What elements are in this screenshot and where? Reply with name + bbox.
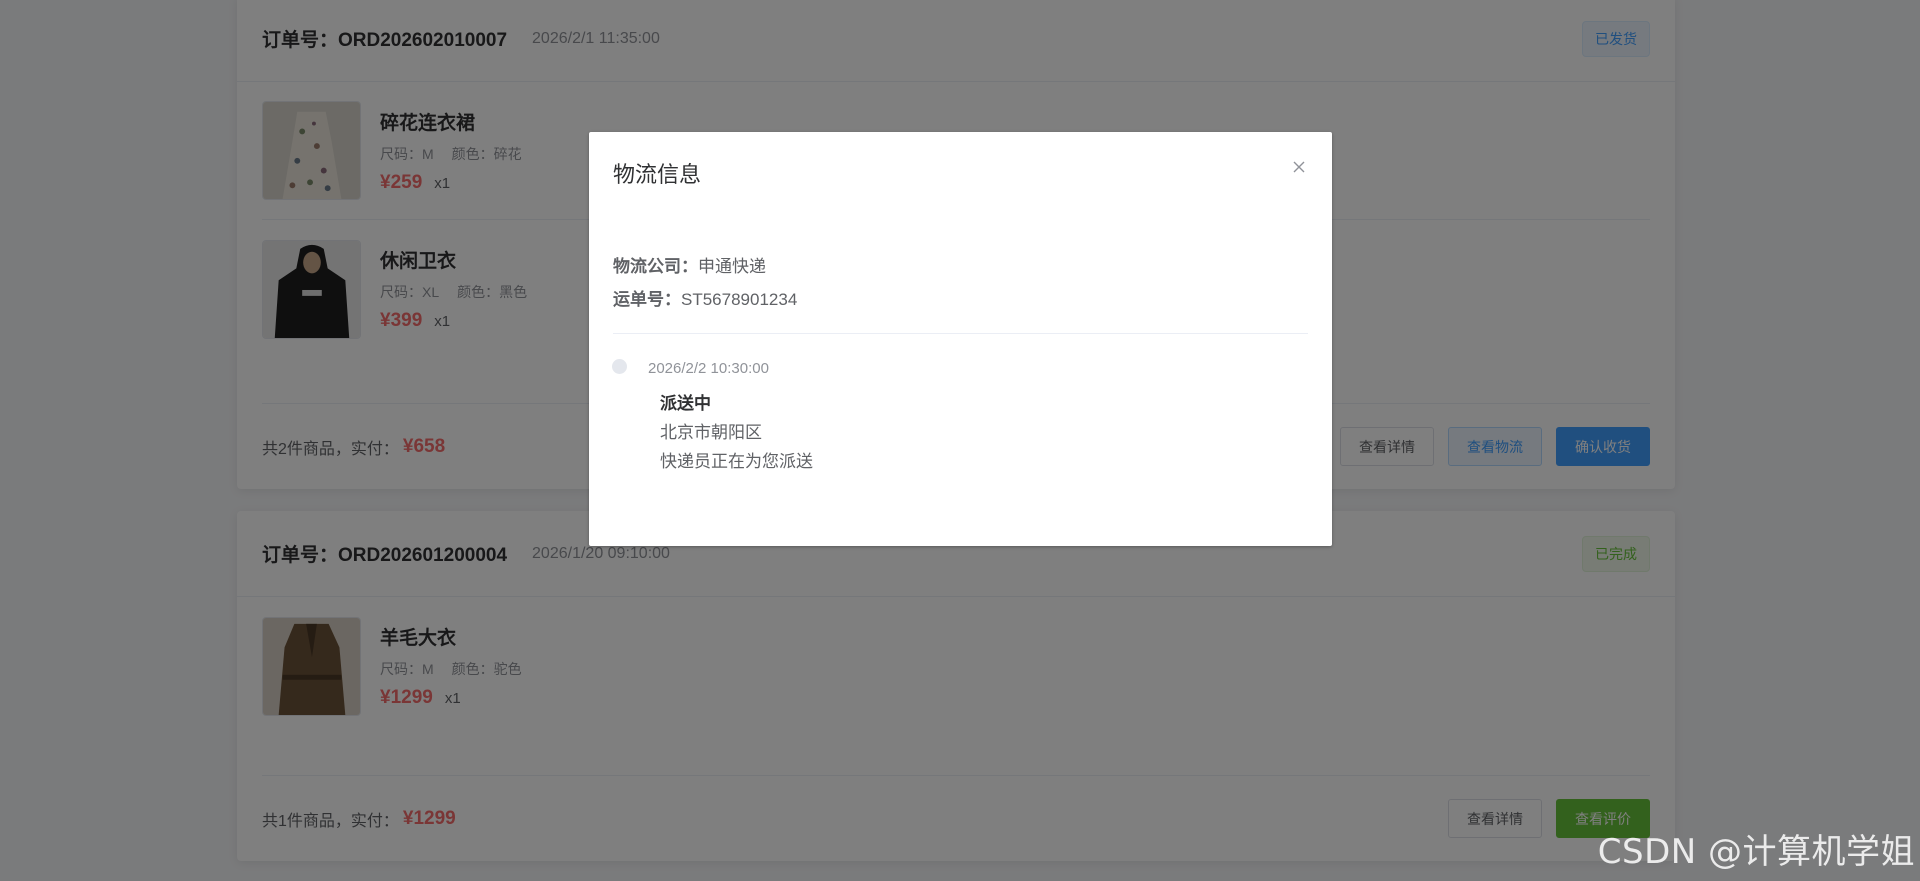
order-list-page: 订单号：ORD202602010007 2026/2/1 11:35:00 已发… bbox=[0, 0, 1920, 881]
logistics-company-row: 物流公司：申通快递 bbox=[613, 252, 766, 277]
dialog-title: 物流信息 bbox=[613, 162, 702, 187]
timeline-status: 派送中 bbox=[660, 394, 711, 413]
close-icon[interactable] bbox=[1288, 156, 1310, 178]
timeline-location: 北京市朝阳区 bbox=[660, 423, 762, 442]
tracking-number-label: 运单号： bbox=[613, 290, 681, 309]
timeline-dot bbox=[612, 359, 627, 374]
timeline-time: 2026/2/2 10:30:00 bbox=[648, 360, 769, 377]
logistics-company-value: 申通快递 bbox=[698, 257, 766, 276]
watermark: CSDN @计算机学姐 bbox=[1597, 832, 1915, 872]
tracking-number-row: 运单号：ST5678901234 bbox=[613, 285, 797, 310]
dialog-divider bbox=[613, 333, 1308, 334]
timeline-description: 快递员正在为您派送 bbox=[660, 452, 813, 471]
logistics-dialog: 物流信息 物流公司：申通快递 运单号：ST5678901234 2026/2/2… bbox=[589, 132, 1332, 546]
tracking-number-value: ST5678901234 bbox=[681, 290, 798, 309]
logistics-company-label: 物流公司： bbox=[613, 257, 698, 276]
